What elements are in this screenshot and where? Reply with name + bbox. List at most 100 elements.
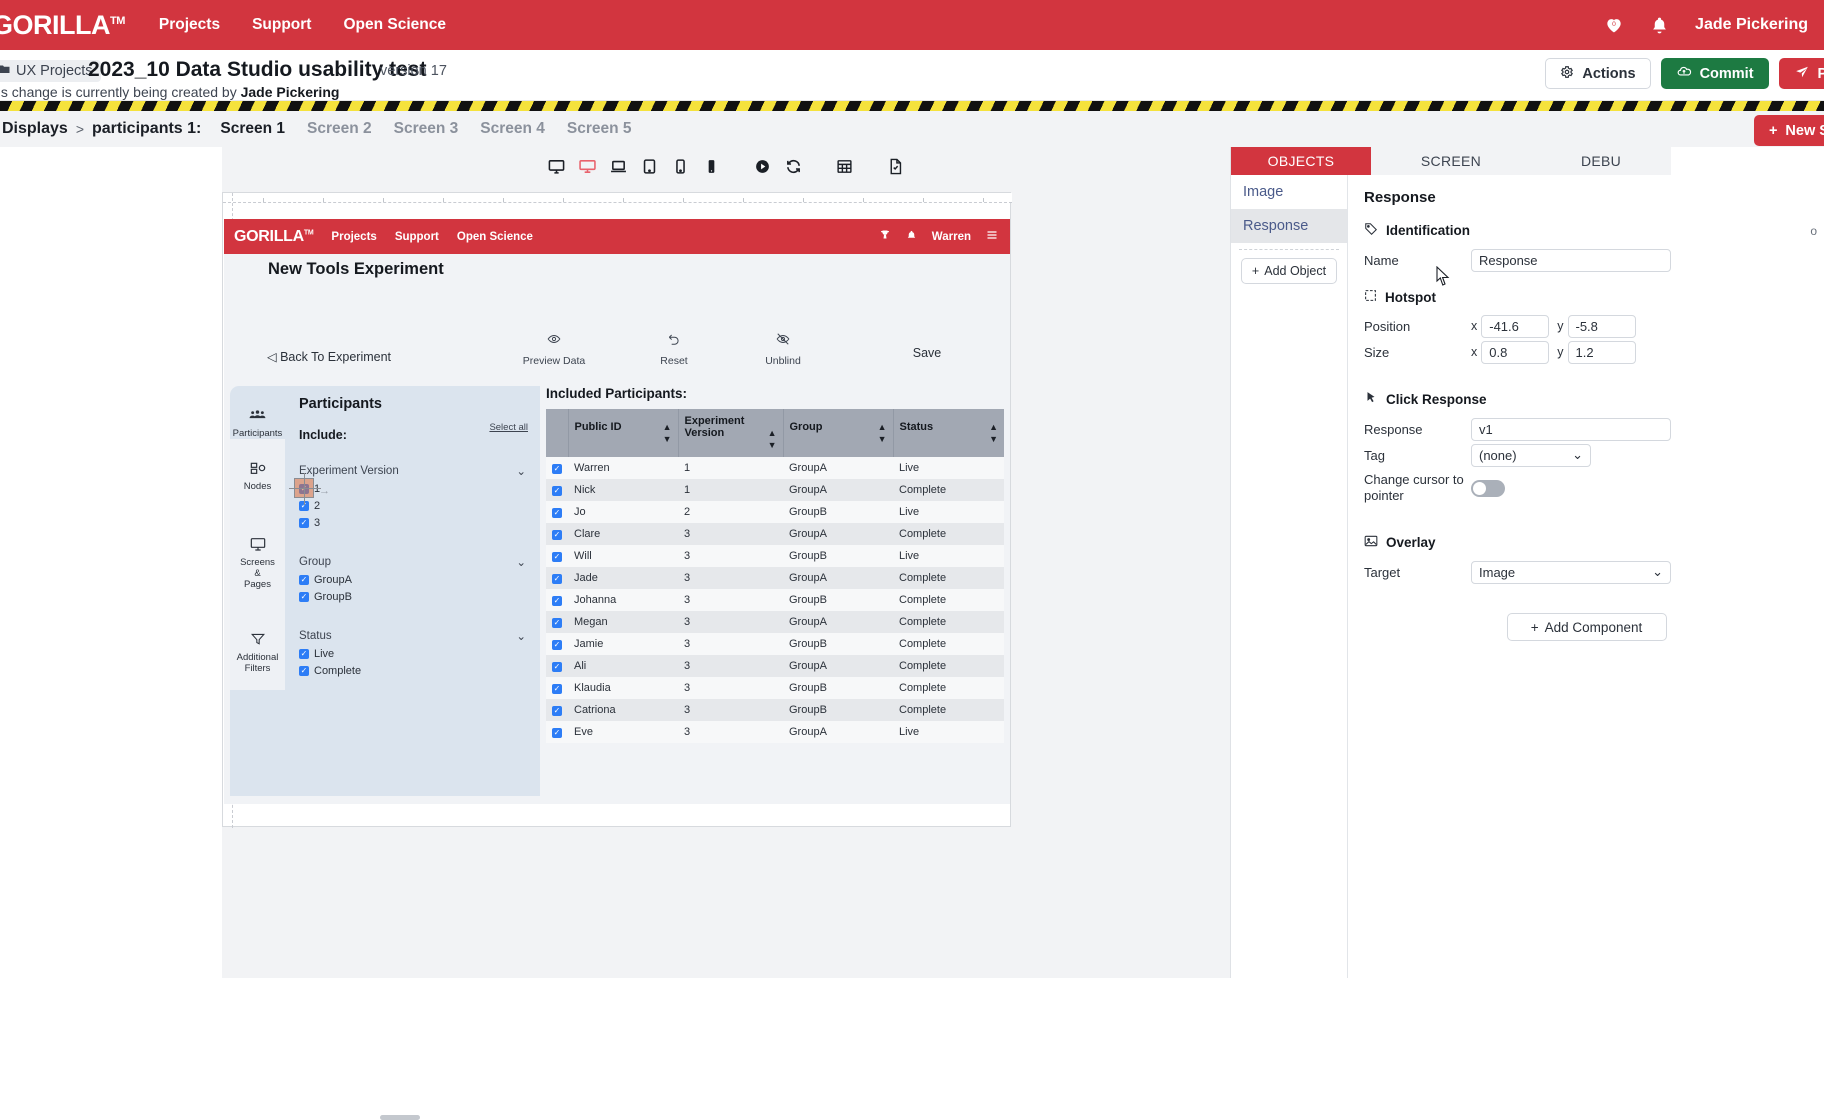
hamburger-icon[interactable] xyxy=(986,229,998,244)
row-checkbox[interactable]: ✓ xyxy=(552,574,562,584)
object-item-response[interactable]: Response xyxy=(1231,209,1347,243)
nav-link-open-science[interactable]: Open Science xyxy=(343,16,446,34)
heart-zero-icon[interactable]: 0 xyxy=(1604,15,1624,35)
play-circle-icon[interactable] xyxy=(747,153,778,179)
new-screen-button[interactable]: + New Sc xyxy=(1754,115,1824,146)
monitor-icon[interactable] xyxy=(572,153,603,179)
table-row[interactable]: ✓Warren1GroupALive xyxy=(546,457,1004,479)
row-checkbox-cell[interactable]: ✓ xyxy=(546,721,568,743)
row-checkbox-cell[interactable]: ✓ xyxy=(546,655,568,677)
row-checkbox[interactable]: ✓ xyxy=(552,684,562,694)
add-object-button[interactable]: + Add Object xyxy=(1241,258,1337,284)
mobile-icon[interactable] xyxy=(696,153,727,179)
add-component-button[interactable]: + Add Component xyxy=(1507,613,1667,641)
table-row[interactable]: ✓Clare3GroupAComplete xyxy=(546,523,1004,545)
tab-screen-2[interactable]: Screen 2 xyxy=(296,120,383,138)
filter-tab-screens-pages[interactable]: Screens&Pages xyxy=(230,515,285,610)
tab-screen-3[interactable]: Screen 3 xyxy=(383,120,470,138)
filter-group-status-header[interactable]: Status ⌄ xyxy=(299,629,526,643)
filter-option-groupb[interactable]: ✓ GroupB xyxy=(299,591,526,603)
nav-link-support[interactable]: Support xyxy=(252,16,311,34)
object-item-image[interactable]: Image xyxy=(1231,175,1347,209)
commit-button[interactable]: Commit xyxy=(1661,58,1769,89)
table-row[interactable]: ✓Nick1GroupAComplete xyxy=(546,479,1004,501)
laptop-icon[interactable] xyxy=(603,153,634,179)
tab-screen[interactable]: SCREEN xyxy=(1371,147,1531,175)
row-checkbox[interactable]: ✓ xyxy=(552,596,562,606)
filter-group-experiment-version-header[interactable]: Experiment Version ⌄ xyxy=(299,464,526,478)
hotspot-selection-marker[interactable] xyxy=(294,478,314,498)
bell-icon[interactable] xyxy=(1650,16,1669,35)
checkbox-groupa[interactable]: ✓ xyxy=(299,575,309,585)
preview-nav-link-projects[interactable]: Projects xyxy=(331,231,376,243)
breadcrumb-ux-projects[interactable]: UX Projects xyxy=(0,60,101,82)
row-checkbox-cell[interactable]: ✓ xyxy=(546,699,568,721)
checkbox-version-3[interactable]: ✓ xyxy=(299,518,309,528)
tab-objects[interactable]: OBJECTS xyxy=(1231,147,1371,175)
user-name-label[interactable]: Jade Pickering xyxy=(1695,16,1808,34)
trophy-icon[interactable] xyxy=(879,229,891,244)
size-x-input[interactable]: 0.8 xyxy=(1481,341,1549,364)
checkbox-groupb[interactable]: ✓ xyxy=(299,592,309,602)
row-checkbox[interactable]: ✓ xyxy=(552,552,562,562)
row-checkbox[interactable]: ✓ xyxy=(552,486,562,496)
row-checkbox-cell[interactable]: ✓ xyxy=(546,523,568,545)
sort-icon-status[interactable]: ▲▼ xyxy=(989,421,998,445)
preview-data-action[interactable]: Preview Data xyxy=(499,332,609,367)
back-to-experiment-link[interactable]: ◁ Back To Experiment xyxy=(267,349,391,364)
position-x-input[interactable]: -41.6 xyxy=(1481,315,1549,338)
change-cursor-toggle[interactable] xyxy=(1471,480,1505,497)
horizontal-scrollbar[interactable] xyxy=(380,1115,420,1120)
click-response-input[interactable]: v1 xyxy=(1471,418,1671,441)
row-checkbox[interactable]: ✓ xyxy=(552,618,562,628)
tab-screen-1[interactable]: Screen 1 xyxy=(209,120,296,138)
row-checkbox[interactable]: ✓ xyxy=(552,530,562,540)
tab-debug[interactable]: DEBU xyxy=(1531,147,1671,175)
table-row[interactable]: ✓Jamie3GroupBComplete xyxy=(546,633,1004,655)
name-input[interactable]: Response xyxy=(1471,249,1671,272)
filter-tab-participants[interactable]: Participants xyxy=(230,398,285,439)
header-experiment-version[interactable]: Experiment Version ▲▼ xyxy=(678,409,783,457)
row-checkbox[interactable]: ✓ xyxy=(552,640,562,650)
table-row[interactable]: ✓Klaudia3GroupBComplete xyxy=(546,677,1004,699)
filter-option-version-1[interactable]: → ✓ 1 xyxy=(299,483,526,495)
filter-option-version-3[interactable]: ✓ 3 xyxy=(299,517,526,529)
header-public-id[interactable]: Public ID ▲▼ xyxy=(568,409,678,457)
row-checkbox-cell[interactable]: ✓ xyxy=(546,501,568,523)
sort-icon-experiment-version[interactable]: ▲▼ xyxy=(768,427,777,451)
header-group[interactable]: Group ▲▼ xyxy=(783,409,893,457)
overlay-target-select[interactable]: Image ⌄ xyxy=(1471,561,1671,584)
filter-tab-additional-filters[interactable]: AdditionalFilters xyxy=(230,610,285,690)
row-checkbox-cell[interactable]: ✓ xyxy=(546,479,568,501)
row-checkbox-cell[interactable]: ✓ xyxy=(546,589,568,611)
gorilla-logo[interactable]: GORILLATM xyxy=(0,10,125,41)
position-y-input[interactable]: -5.8 xyxy=(1568,315,1636,338)
grid-icon[interactable] xyxy=(829,153,860,179)
preview-nav-link-open-science[interactable]: Open Science xyxy=(457,231,533,243)
table-row[interactable]: ✓Catriona3GroupBComplete xyxy=(546,699,1004,721)
desktop-icon[interactable] xyxy=(541,153,572,179)
filter-option-groupa[interactable]: ✓ GroupA xyxy=(299,574,526,586)
filter-option-live[interactable]: ✓ Live xyxy=(299,648,526,660)
size-y-input[interactable]: 1.2 xyxy=(1568,341,1636,364)
tablet-landscape-icon[interactable] xyxy=(634,153,665,179)
preview-nav-link-support[interactable]: Support xyxy=(395,231,439,243)
sort-icon-public-id[interactable]: ▲▼ xyxy=(663,421,672,445)
table-row[interactable]: ✓Jo2GroupBLive xyxy=(546,501,1004,523)
displays-label[interactable]: Displays xyxy=(2,120,68,138)
table-row[interactable]: ✓Johanna3GroupBComplete xyxy=(546,589,1004,611)
actions-button[interactable]: Actions xyxy=(1545,58,1650,89)
header-status[interactable]: Status ▲▼ xyxy=(893,409,1004,457)
tag-select[interactable]: (none) ⌄ xyxy=(1471,444,1591,467)
filter-tab-nodes[interactable]: Nodes xyxy=(230,439,285,515)
tab-screen-4[interactable]: Screen 4 xyxy=(469,120,556,138)
file-icon[interactable] xyxy=(880,153,911,179)
preview-bell-icon[interactable] xyxy=(906,230,917,244)
nav-link-projects[interactable]: Projects xyxy=(159,16,220,34)
tab-screen-5[interactable]: Screen 5 xyxy=(556,120,643,138)
row-checkbox[interactable]: ✓ xyxy=(552,706,562,716)
filter-group-group-header[interactable]: Group ⌄ xyxy=(299,555,526,569)
checkbox-live[interactable]: ✓ xyxy=(299,649,309,659)
filter-option-version-2[interactable]: ✓ 2 xyxy=(299,500,526,512)
refresh-icon[interactable] xyxy=(778,153,809,179)
